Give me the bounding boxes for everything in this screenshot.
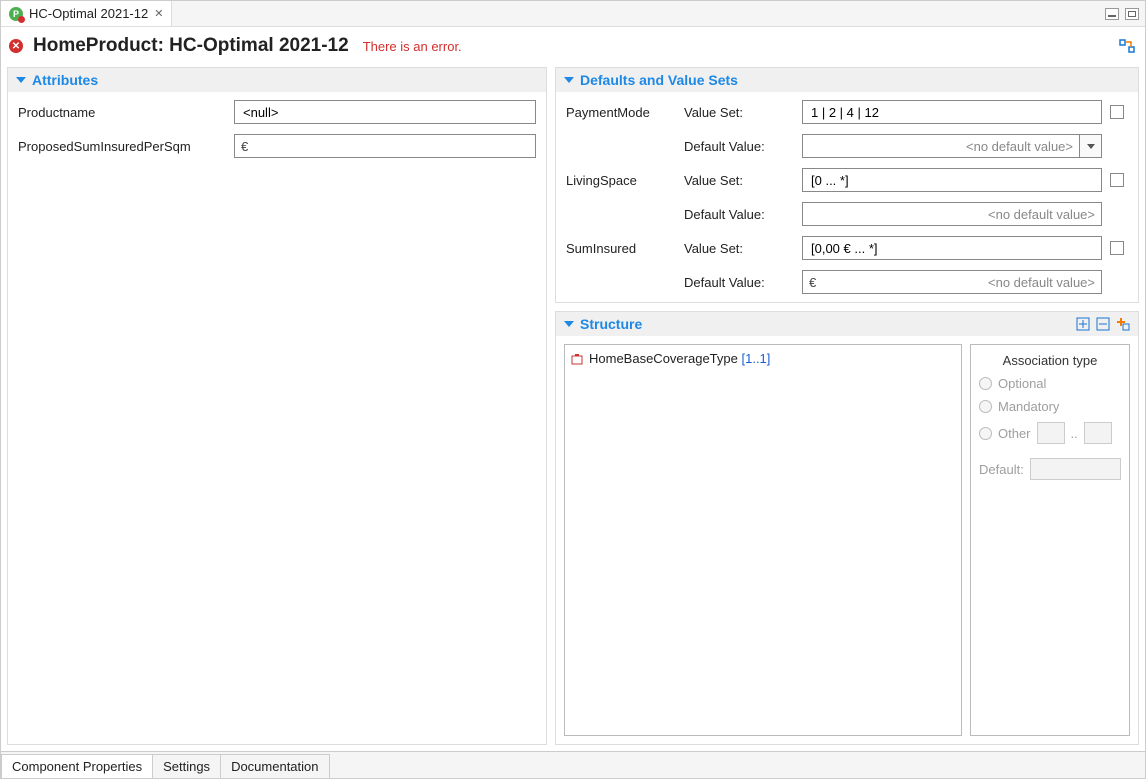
left-column: Attributes Productname ProposedSumInsure… — [7, 67, 547, 745]
tree-item[interactable]: HomeBaseCoverageType [1..1] — [571, 351, 955, 366]
close-icon[interactable]: ✕ — [154, 7, 163, 20]
tab-title: HC-Optimal 2021-12 — [29, 6, 148, 21]
cardinality: [1..1] — [741, 351, 770, 366]
productname-input[interactable] — [241, 104, 529, 121]
default-row: Default: — [979, 458, 1121, 480]
attributes-header[interactable]: Attributes — [8, 68, 546, 92]
defaults-section: Defaults and Value Sets PaymentMode Valu… — [555, 67, 1139, 303]
coverage-icon — [571, 353, 583, 365]
editor-window: P HC-Optimal 2021-12 ✕ ✕ HomeProduct: HC… — [0, 0, 1146, 779]
radio-icon — [979, 427, 992, 440]
maximize-icon[interactable] — [1125, 8, 1139, 20]
window-controls — [1105, 1, 1145, 26]
valueset-label: Value Set: — [684, 105, 794, 120]
structure-body: HomeBaseCoverageType [1..1] Association … — [556, 336, 1138, 744]
livingspace-valueset-input[interactable] — [809, 172, 1095, 189]
other-max-input — [1084, 422, 1112, 444]
title-row: ✕ HomeProduct: HC-Optimal 2021-12 There … — [1, 27, 1145, 67]
paymentmode-default-field[interactable]: <no default value> — [802, 134, 1102, 158]
content-area: Attributes Productname ProposedSumInsure… — [1, 67, 1145, 751]
add-icon[interactable] — [1116, 317, 1130, 331]
livingspace-default-value: <no default value> — [809, 207, 1095, 222]
suminsured-valueset-field[interactable] — [802, 236, 1102, 260]
dropdown-button[interactable] — [1080, 134, 1102, 158]
proposedsum-input[interactable] — [250, 138, 529, 155]
right-column: Defaults and Value Sets PaymentMode Valu… — [555, 67, 1139, 745]
chevron-down-icon — [16, 77, 26, 83]
structure-section: Structure HomeBaseC — [555, 311, 1139, 745]
collapse-icon[interactable] — [1096, 317, 1110, 331]
radio-mandatory: Mandatory — [979, 399, 1121, 414]
defaults-title: Defaults and Value Sets — [580, 72, 738, 88]
livingspace-default-field[interactable]: <no default value> — [802, 202, 1102, 226]
structure-title: Structure — [580, 316, 642, 332]
attributes-title: Attributes — [32, 72, 98, 88]
tab-settings[interactable]: Settings — [152, 754, 221, 778]
defaults-body: PaymentMode Value Set: Default Value: <n… — [556, 92, 1138, 302]
other-min-input — [1037, 422, 1065, 444]
tab-component-properties[interactable]: Component Properties — [1, 754, 153, 778]
proposedsum-label: ProposedSumInsuredPerSqm — [18, 139, 228, 154]
defaultvalue-label: Default Value: — [684, 275, 794, 290]
paymentmode-label: PaymentMode — [566, 105, 676, 120]
productname-field[interactable] — [234, 100, 536, 124]
livingspace-valueset-field[interactable] — [802, 168, 1102, 192]
paymentmode-valueset-button[interactable] — [1110, 105, 1124, 119]
chevron-down-icon — [564, 321, 574, 327]
paymentmode-valueset-field[interactable] — [802, 100, 1102, 124]
defaultvalue-label: Default Value: — [684, 139, 794, 154]
minimize-icon[interactable] — [1105, 8, 1119, 20]
chevron-down-icon — [564, 77, 574, 83]
structure-header[interactable]: Structure — [556, 312, 1138, 336]
radio-icon — [979, 400, 992, 413]
paymentmode-valueset-input[interactable] — [809, 104, 1095, 121]
radio-icon — [979, 377, 992, 390]
chevron-down-icon — [1087, 144, 1095, 149]
editor-tab[interactable]: P HC-Optimal 2021-12 ✕ — [1, 1, 172, 26]
livingspace-valueset-button[interactable] — [1110, 173, 1124, 187]
suminsured-valueset-button[interactable] — [1110, 241, 1124, 255]
defaultvalue-label: Default Value: — [684, 207, 794, 222]
radio-optional: Optional — [979, 376, 1121, 391]
livingspace-label: LivingSpace — [566, 173, 676, 188]
paymentmode-default-value: <no default value> — [809, 139, 1073, 154]
tree-item-label: HomeBaseCoverageType [1..1] — [589, 351, 770, 366]
page-title: HomeProduct: HC-Optimal 2021-12 — [33, 35, 349, 57]
attributes-body: Productname ProposedSumInsuredPerSqm € — [8, 92, 546, 744]
expand-icon[interactable] — [1076, 317, 1090, 331]
error-message: There is an error. — [363, 39, 462, 54]
productname-label: Productname — [18, 105, 228, 120]
bottom-tabs: Component Properties Settings Documentat… — [1, 751, 1145, 778]
suminsured-default-field[interactable]: € <no default value> — [802, 270, 1102, 294]
structure-tree[interactable]: HomeBaseCoverageType [1..1] — [564, 344, 962, 736]
tab-documentation[interactable]: Documentation — [220, 754, 329, 778]
editor-tabbar: P HC-Optimal 2021-12 ✕ — [1, 1, 1145, 27]
suminsured-default-value: <no default value> — [818, 275, 1095, 290]
default-input — [1030, 458, 1121, 480]
radio-other: Other .. — [979, 422, 1121, 444]
proposedsum-field[interactable]: € — [234, 134, 536, 158]
link-icon[interactable] — [1119, 38, 1135, 54]
product-icon: P — [9, 7, 23, 21]
suminsured-label: SumInsured — [566, 241, 676, 256]
association-panel: Association type Optional Mandatory Othe… — [970, 344, 1130, 736]
valueset-label: Value Set: — [684, 173, 794, 188]
title-toolbar — [1119, 38, 1135, 54]
defaults-header[interactable]: Defaults and Value Sets — [556, 68, 1138, 92]
euro-icon: € — [809, 275, 816, 290]
suminsured-valueset-input[interactable] — [809, 240, 1095, 257]
attributes-section: Attributes Productname ProposedSumInsure… — [7, 67, 547, 745]
error-icon: ✕ — [9, 39, 23, 53]
valueset-label: Value Set: — [684, 241, 794, 256]
euro-icon: € — [241, 139, 248, 154]
range-dots: .. — [1071, 426, 1078, 441]
association-title: Association type — [979, 353, 1121, 368]
